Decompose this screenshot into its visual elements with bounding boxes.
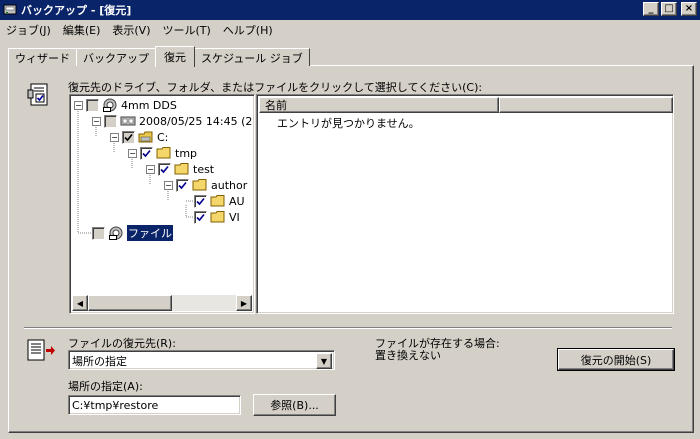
exists-value: 置き換えない xyxy=(375,349,441,362)
tree-node-author[interactable]: − author xyxy=(164,177,247,193)
section-divider xyxy=(24,327,672,329)
list-empty-message: エントリが見つかりません。 xyxy=(277,117,420,130)
tree-node-tmp[interactable]: − tmp xyxy=(128,145,197,161)
folder-icon xyxy=(210,195,225,207)
tree-node-file[interactable]: ファイル xyxy=(92,224,174,242)
scroll-right-button[interactable]: ▶ xyxy=(236,295,252,311)
drive-icon xyxy=(138,131,153,143)
menu-help[interactable]: ヘルプ(H) xyxy=(217,22,279,38)
tree-horizontal-scrollbar[interactable]: ◀ ▶ xyxy=(72,295,252,311)
tree-node-tape[interactable]: − 4mm DDS xyxy=(74,97,177,113)
collapse-icon[interactable]: − xyxy=(128,148,137,158)
tab-wizard[interactable]: ウィザード xyxy=(8,48,77,66)
tree-label: 2008/05/25 14:45 (2 xyxy=(139,114,252,128)
maximize-button[interactable]: □ xyxy=(661,2,677,16)
tree-checkbox[interactable] xyxy=(86,98,99,112)
tree-prompt-label: 復元先のドライブ、フォルダ、またはファイルをクリックして選択してください(C): xyxy=(68,81,483,94)
check-icon xyxy=(160,165,169,173)
backup-app-icon xyxy=(3,4,17,15)
tab-restore[interactable]: 復元 xyxy=(155,46,195,67)
tree-label-selected: ファイル xyxy=(126,224,174,242)
dropdown-arrow-icon[interactable]: ▼ xyxy=(316,353,332,369)
tab-backup[interactable]: バックアップ xyxy=(76,48,156,66)
tree-label: test xyxy=(193,162,215,176)
check-icon xyxy=(178,181,187,189)
menu-edit[interactable]: 編集(E) xyxy=(57,22,107,38)
tape-drive-icon xyxy=(103,98,117,112)
tree-label: VI xyxy=(229,210,240,224)
menu-view[interactable]: 表示(V) xyxy=(106,22,156,38)
folder-icon xyxy=(156,147,171,159)
scroll-left-button[interactable]: ◀ xyxy=(72,295,88,311)
destination-select[interactable]: 場所の指定 ▼ xyxy=(68,350,335,370)
media-set-icon xyxy=(120,116,136,126)
check-icon xyxy=(196,197,205,205)
tree-node-test[interactable]: − test xyxy=(146,161,214,177)
destination-value: 場所の指定 xyxy=(72,355,127,368)
start-restore-button[interactable]: 復元の開始(S) xyxy=(557,348,675,371)
collapse-icon[interactable]: − xyxy=(74,100,83,110)
collapse-icon[interactable]: − xyxy=(146,164,155,174)
tree-checkbox[interactable] xyxy=(194,194,207,208)
restore-selection-icon xyxy=(27,83,48,106)
tree-checkbox[interactable] xyxy=(104,114,117,128)
tree-checkbox[interactable] xyxy=(194,210,207,224)
tree-checkbox[interactable] xyxy=(158,162,171,176)
tree-label: C: xyxy=(157,130,169,144)
tree-node-au[interactable]: AU xyxy=(194,193,245,209)
restore-tree[interactable]: − 4mm DDS − 2008/05/25 14:45 (2 − C: − t… xyxy=(69,94,255,314)
restore-destination-icon xyxy=(27,339,55,361)
tree-checkbox[interactable] xyxy=(92,226,105,240)
title-bar[interactable]: バックアップ - [復元] _ □ × xyxy=(0,0,700,20)
tree-node-vi[interactable]: VI xyxy=(194,209,240,225)
browse-button[interactable]: 参照(B)... xyxy=(253,394,336,416)
location-value: C:¥tmp¥restore xyxy=(72,399,159,412)
tree-node-drive-c[interactable]: − C: xyxy=(110,129,168,145)
folder-icon xyxy=(192,179,207,191)
menu-job[interactable]: ジョブ(J) xyxy=(0,22,57,38)
destination-label: ファイルの復元先(R): xyxy=(68,337,176,350)
tree-node-media-set[interactable]: − 2008/05/25 14:45 (2 xyxy=(92,113,252,129)
tree-label: tmp xyxy=(175,146,198,160)
tree-label: author xyxy=(211,178,248,192)
tree-label: AU xyxy=(229,194,245,208)
folder-icon xyxy=(174,163,189,175)
file-media-icon xyxy=(109,226,123,240)
check-icon xyxy=(124,133,133,141)
menu-bar: ジョブ(J) 編集(E) 表示(V) ツール(T) ヘルプ(H) xyxy=(0,20,700,39)
window-title: バックアップ - [復元] xyxy=(21,4,132,17)
tree-checkbox[interactable] xyxy=(140,146,153,160)
location-label: 場所の指定(A): xyxy=(68,380,143,393)
location-input[interactable]: C:¥tmp¥restore xyxy=(68,395,241,415)
list-header: 名前 xyxy=(259,97,673,113)
menu-tools[interactable]: ツール(T) xyxy=(156,22,216,38)
tree-label: 4mm DDS xyxy=(121,98,177,112)
close-button[interactable]: × xyxy=(681,2,697,16)
collapse-icon[interactable]: − xyxy=(110,132,119,142)
tree-checkbox[interactable] xyxy=(176,178,189,192)
file-list[interactable]: 名前 エントリが見つかりません。 xyxy=(256,94,674,314)
check-icon xyxy=(142,149,151,157)
folder-icon xyxy=(210,211,225,223)
column-name[interactable]: 名前 xyxy=(259,97,499,113)
tab-strip: ウィザード バックアップ 復元 スケジュール ジョブ xyxy=(8,46,310,67)
minimize-button[interactable]: _ xyxy=(643,2,659,16)
collapse-icon[interactable]: − xyxy=(164,180,173,190)
check-icon xyxy=(196,213,205,221)
tree-checkbox[interactable] xyxy=(122,130,135,144)
scroll-thumb[interactable] xyxy=(88,295,172,311)
column-extra[interactable] xyxy=(499,97,673,113)
collapse-icon[interactable]: − xyxy=(92,116,101,126)
tab-schedule-jobs[interactable]: スケジュール ジョブ xyxy=(194,48,310,66)
